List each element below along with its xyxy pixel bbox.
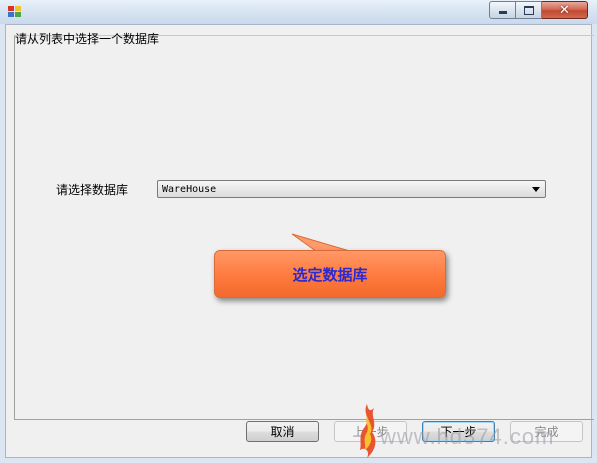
title-bar: ✕	[0, 0, 597, 24]
maximize-icon	[523, 5, 534, 15]
database-dropdown-value: WareHouse	[162, 183, 217, 195]
callout-text: 选定数据库	[292, 265, 368, 284]
watermark-text: www.hd374.com	[380, 424, 555, 449]
wizard-panel	[14, 35, 594, 420]
database-label: 请选择数据库	[56, 183, 129, 197]
callout-tooltip: 选定数据库	[214, 250, 446, 298]
chevron-down-icon[interactable]	[532, 186, 540, 192]
instruction-text: 请从列表中选择一个数据库	[15, 32, 160, 46]
close-icon: ✕	[559, 2, 570, 18]
minimize-button[interactable]	[489, 1, 516, 19]
minimize-icon	[498, 11, 507, 14]
maximize-button[interactable]	[516, 1, 542, 19]
database-dropdown[interactable]: WareHouse	[157, 180, 546, 198]
close-button[interactable]: ✕	[542, 1, 588, 19]
flame-watermark-icon	[360, 404, 376, 458]
cancel-button[interactable]: 取消	[246, 421, 319, 442]
app-icon[interactable]	[8, 6, 22, 19]
